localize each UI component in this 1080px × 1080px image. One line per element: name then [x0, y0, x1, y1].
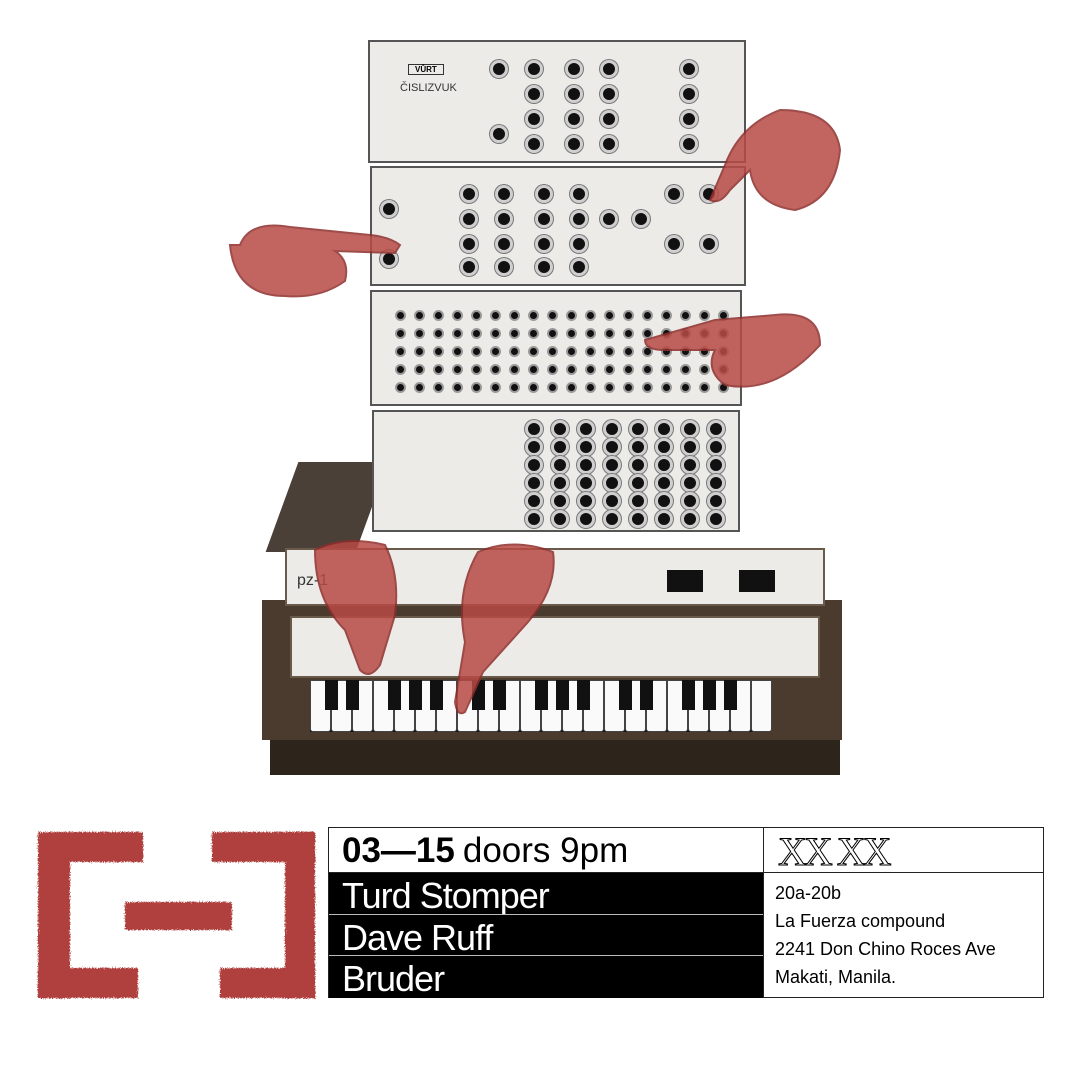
hand-icon [313, 540, 398, 675]
date-row: 03—15 doors 9pm [329, 828, 763, 873]
act-name: Dave Ruff [329, 915, 763, 957]
hand-icon [643, 313, 822, 388]
venue-column: XX XX 20a-20b La Fuerza compound 2241 Do… [763, 828, 1044, 998]
doors-time: doors 9pm [462, 831, 629, 870]
address-line: 20a-20b [775, 883, 842, 903]
address-line: Makati, Manila. [775, 967, 897, 987]
hand-icon [453, 543, 555, 715]
hand-icon [708, 108, 842, 212]
act-name: Turd Stomper [329, 873, 763, 915]
address-line: La Fuerza compound [775, 911, 946, 931]
event-date: 03—15 [342, 831, 455, 870]
pointing-hands-illustration [228, 108, 842, 715]
act-name: Bruder [342, 958, 445, 998]
address-line: 2241 Don Chino Roces Ave [775, 939, 996, 959]
event-info-table: 03—15 doors 9pm Turd Stomper Dave Ruff Br… [328, 827, 1044, 998]
hand-icon [228, 224, 402, 298]
lineup: Turd Stomper Dave Ruff Bruder [329, 873, 763, 998]
price-placeholder: XX XX [764, 828, 1044, 875]
venue-address: 20a-20b La Fuerza compound 2241 Don Chin… [764, 873, 1044, 991]
